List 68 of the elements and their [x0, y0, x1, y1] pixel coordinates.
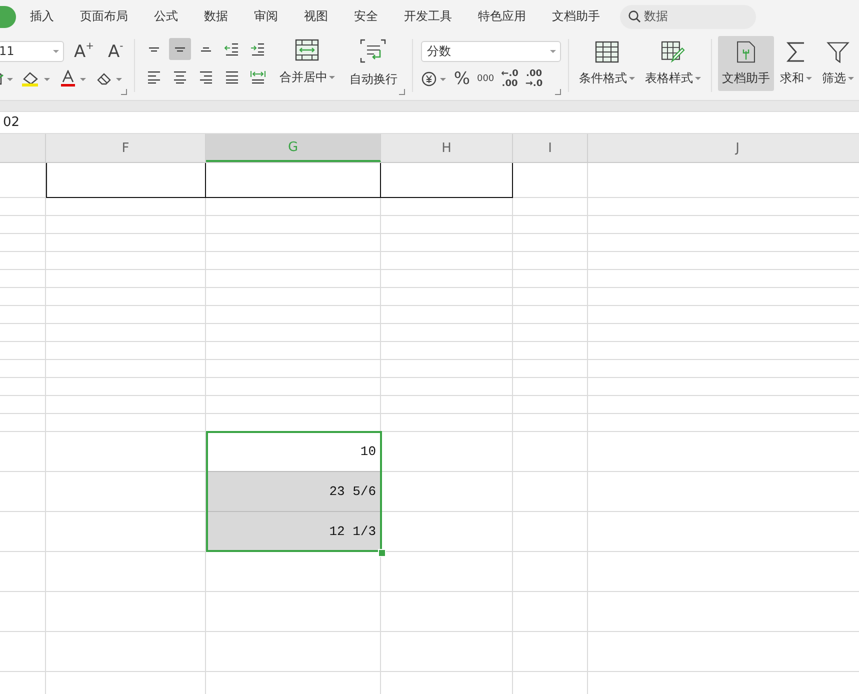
search-field[interactable]: 数据 — [620, 4, 756, 28]
formula-bar[interactable]: 02 — [0, 111, 859, 134]
font-size-select[interactable]: 11 — [0, 40, 64, 62]
caret-icon — [806, 77, 812, 80]
menu-tab[interactable]: 安全 — [354, 8, 378, 25]
column-header[interactable]: I — [513, 134, 588, 162]
align-icon — [148, 46, 160, 52]
align-icon — [225, 70, 240, 84]
search-icon — [628, 10, 641, 23]
menu-tab[interactable]: 视图 — [304, 8, 328, 25]
column-header[interactable]: H — [381, 134, 513, 162]
align-icon — [200, 46, 212, 52]
conditional-button[interactable]: 条件格式 — [575, 36, 640, 91]
merge-cells-icon — [295, 39, 320, 61]
formula-text: 02 — [3, 115, 20, 130]
table-pen-icon — [660, 41, 686, 63]
menu-tab[interactable]: 文档助手 — [552, 8, 600, 25]
caret-icon — [629, 77, 636, 80]
decrease-decimal-button[interactable]: .00 →.0 — [523, 69, 545, 89]
caret-icon — [695, 77, 702, 80]
percent-button[interactable]: % — [452, 69, 472, 89]
menu-tab[interactable]: 数据 — [204, 8, 228, 25]
align-button[interactable] — [169, 38, 192, 60]
thousands-button[interactable]: 000 — [474, 74, 496, 84]
sigma-icon — [786, 41, 806, 63]
funnel-icon — [826, 41, 850, 63]
search-text: 数据 — [644, 8, 668, 25]
fill-handle[interactable] — [378, 549, 386, 557]
grid-icon — [595, 41, 620, 63]
menu-tab[interactable]: 特色应用 — [478, 8, 526, 25]
caret-icon — [329, 76, 336, 79]
align-icon — [224, 42, 240, 56]
menu-tab[interactable]: 插入 — [30, 8, 54, 25]
caret-icon — [53, 50, 59, 52]
assistant-button[interactable]: 文档助手 — [718, 36, 774, 91]
menu-tab[interactable]: 页面布局 — [80, 8, 128, 25]
dialog-launcher-icon[interactable] — [555, 89, 562, 95]
align-icon — [250, 42, 266, 56]
table-cell[interactable] — [206, 163, 381, 198]
menu-tab[interactable]: 公式 — [154, 8, 178, 25]
table-cell[interactable]: 23 5/6 — [206, 472, 381, 512]
align-icon — [199, 70, 214, 84]
align-icon — [173, 70, 188, 84]
menu-tab[interactable]: 开发工具 — [404, 8, 452, 25]
sum-button[interactable]: 求和 — [776, 36, 816, 91]
wrap-text-button[interactable]: 自动换行 — [345, 35, 402, 88]
column-header[interactable]: J — [588, 134, 859, 162]
align-icon — [147, 70, 162, 84]
grow-font-button[interactable]: A$^{+}$ — [70, 42, 98, 60]
currency-icon[interactable] — [420, 70, 449, 88]
table-cell[interactable]: 12 1/3 — [206, 512, 381, 552]
table-cell[interactable] — [46, 163, 206, 198]
increase-decimal-button[interactable]: ←.0 .00 — [499, 69, 520, 89]
table-button[interactable]: 表格样式 — [641, 36, 706, 91]
menu-tab[interactable]: 审阅 — [254, 8, 278, 25]
caret-icon — [848, 77, 854, 80]
filter-button[interactable]: 筛选 — [818, 36, 858, 91]
home-tab[interactable] — [0, 6, 16, 28]
dialog-launcher-icon[interactable] — [121, 89, 128, 95]
dialog-launcher-icon[interactable] — [398, 89, 405, 95]
caret-icon — [550, 50, 556, 52]
wrap-text-icon — [360, 39, 386, 63]
align-icon — [250, 70, 266, 84]
align-icon — [174, 46, 186, 52]
table-cell[interactable] — [381, 163, 513, 198]
merge-center-button[interactable]: 合并居中 — [275, 35, 340, 86]
shrink-font-button[interactable]: A$^{-}$ — [104, 42, 128, 60]
number-format-select[interactable]: 分数 — [420, 40, 561, 62]
